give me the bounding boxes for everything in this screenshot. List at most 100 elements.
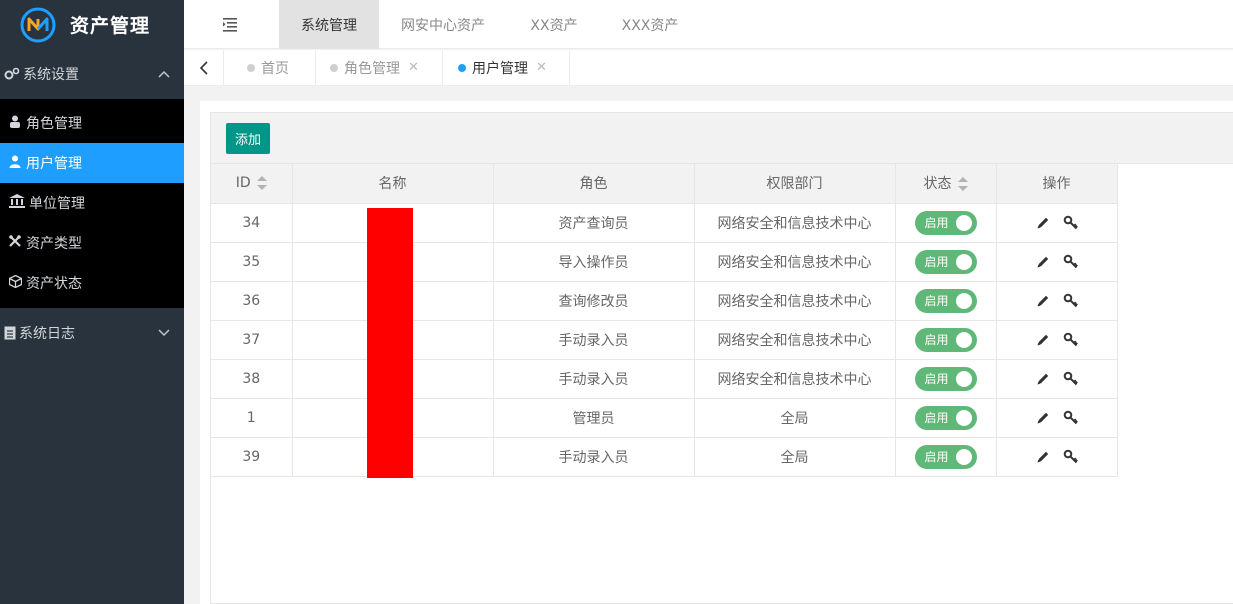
table-toolbar: 添加 bbox=[211, 113, 1233, 164]
cell-actions bbox=[995, 241, 1118, 282]
edit-pencil-icon[interactable] bbox=[1035, 410, 1051, 426]
sidebar-item-label: 资产类型 bbox=[26, 236, 82, 252]
user-table: ID 名称 角色 权限部门 状态 操作 34 资产查询员 网络安全和信息技术中心 启用… bbox=[211, 164, 1118, 477]
cell-actions bbox=[995, 202, 1118, 243]
chevron-down-icon bbox=[158, 325, 170, 341]
column-header-label: 权限部门 bbox=[766, 176, 823, 193]
page-tab-user-management[interactable]: 用户管理 ✕ bbox=[443, 50, 570, 85]
edit-pencil-icon[interactable] bbox=[1035, 449, 1051, 465]
menu-group-system-log[interactable]: 系统日志 bbox=[0, 308, 184, 358]
toggle-knob bbox=[955, 370, 972, 387]
cell-role: 管理员 bbox=[492, 397, 695, 438]
sort-icon[interactable] bbox=[957, 177, 968, 192]
sidebar-item-user-management[interactable]: 用户管理 bbox=[0, 143, 184, 183]
table-header-row: ID 名称 角色 权限部门 状态 操作 bbox=[211, 164, 1118, 204]
edit-pencil-icon[interactable] bbox=[1035, 371, 1051, 387]
cell-id: 39 bbox=[211, 436, 293, 477]
sort-icon[interactable] bbox=[256, 176, 267, 191]
cell-dept: 网络安全和信息技术中心 bbox=[693, 319, 896, 360]
edit-pencil-icon[interactable] bbox=[1035, 332, 1051, 348]
close-icon[interactable]: ✕ bbox=[408, 60, 419, 75]
status-toggle[interactable]: 启用 bbox=[914, 405, 977, 430]
cell-id: 35 bbox=[211, 241, 293, 282]
cell-status: 启用 bbox=[894, 436, 997, 477]
cell-actions bbox=[995, 280, 1118, 321]
column-header-id[interactable]: ID bbox=[211, 164, 293, 204]
toggle-knob bbox=[955, 214, 972, 231]
sidebar-item-label: 角色管理 bbox=[26, 116, 82, 132]
status-toggle-label: 启用 bbox=[924, 333, 949, 347]
cell-status: 启用 bbox=[894, 397, 997, 438]
key-icon[interactable] bbox=[1063, 215, 1079, 231]
page-tab-role-management[interactable]: 角色管理 ✕ bbox=[316, 50, 443, 85]
top-tab-system-management[interactable]: 系统管理 bbox=[279, 0, 379, 49]
menu-toggle-icon[interactable] bbox=[220, 13, 242, 35]
status-toggle[interactable]: 启用 bbox=[914, 210, 977, 235]
column-header-label: 状态 bbox=[923, 176, 952, 193]
cell-id: 37 bbox=[211, 319, 293, 360]
top-tab-xx-assets[interactable]: XX资产 bbox=[514, 0, 594, 49]
table-row: 34 资产查询员 网络安全和信息技术中心 启用 bbox=[211, 202, 1118, 243]
cube-icon bbox=[8, 274, 23, 292]
cell-id: 34 bbox=[211, 202, 293, 243]
key-icon[interactable] bbox=[1063, 449, 1079, 465]
page-tab-home[interactable]: 首页 bbox=[224, 50, 316, 85]
top-tab-xxx-assets[interactable]: XXX资产 bbox=[609, 0, 691, 49]
brand: 资产管理 bbox=[0, 0, 184, 49]
key-icon[interactable] bbox=[1063, 254, 1079, 270]
edit-pencil-icon[interactable] bbox=[1035, 254, 1051, 270]
close-icon[interactable]: ✕ bbox=[536, 60, 547, 75]
column-header-label: ID bbox=[235, 175, 251, 192]
table-row: 1 管理员 全局 启用 bbox=[211, 397, 1118, 438]
status-toggle-label: 启用 bbox=[924, 255, 949, 269]
add-button[interactable]: 添加 bbox=[226, 123, 270, 154]
key-icon[interactable] bbox=[1063, 410, 1079, 426]
top-tab-label: XXX资产 bbox=[621, 17, 679, 34]
cell-dept: 网络安全和信息技术中心 bbox=[693, 202, 896, 243]
table-row: 35 导入操作员 网络安全和信息技术中心 启用 bbox=[211, 241, 1118, 282]
cell-actions bbox=[995, 436, 1118, 477]
cell-status: 启用 bbox=[894, 241, 997, 282]
sidebar-item-asset-type[interactable]: 资产类型 bbox=[0, 223, 184, 263]
status-toggle-label: 启用 bbox=[924, 294, 949, 308]
key-icon[interactable] bbox=[1063, 371, 1079, 387]
cell-dept: 网络安全和信息技术中心 bbox=[693, 241, 896, 282]
users-icon bbox=[9, 115, 23, 132]
column-header-label: 角色 bbox=[579, 176, 608, 193]
cell-role: 导入操作员 bbox=[492, 241, 695, 282]
edit-pencil-icon[interactable] bbox=[1035, 293, 1051, 309]
cell-id: 36 bbox=[211, 280, 293, 321]
toggle-knob bbox=[955, 292, 972, 309]
key-icon[interactable] bbox=[1063, 332, 1079, 348]
key-icon[interactable] bbox=[1063, 293, 1079, 309]
app-title: 资产管理 bbox=[70, 15, 151, 37]
sidebar-item-asset-status[interactable]: 资产状态 bbox=[0, 263, 184, 303]
edit-pencil-icon[interactable] bbox=[1035, 215, 1051, 231]
sidebar-item-label: 用户管理 bbox=[26, 156, 82, 172]
tab-dot-icon bbox=[330, 63, 338, 72]
page-tab-label: 角色管理 bbox=[344, 60, 400, 77]
cell-role: 手动录入员 bbox=[492, 319, 695, 360]
top-tab-label: 网安中心资产 bbox=[401, 17, 485, 34]
wrench-icon bbox=[9, 235, 23, 251]
status-toggle[interactable]: 启用 bbox=[914, 444, 977, 469]
top-nav: 系统管理 网安中心资产 XX资产 XXX资产 bbox=[184, 0, 1233, 49]
status-toggle[interactable]: 启用 bbox=[914, 249, 977, 274]
status-toggle[interactable]: 启用 bbox=[914, 366, 977, 391]
cell-status: 启用 bbox=[894, 202, 997, 243]
tabs-scroll-left-icon[interactable] bbox=[184, 50, 224, 85]
redaction-mark bbox=[367, 208, 413, 478]
sidebar-item-role-management[interactable]: 角色管理 bbox=[0, 103, 184, 143]
column-header-status[interactable]: 状态 bbox=[894, 164, 997, 204]
sidebar-item-unit-management[interactable]: 单位管理 bbox=[0, 183, 184, 223]
status-toggle-label: 启用 bbox=[924, 372, 949, 386]
cell-actions bbox=[995, 319, 1118, 360]
column-header-label: 名称 bbox=[378, 176, 407, 193]
menu-group-system-settings[interactable]: 系统设置 bbox=[0, 49, 184, 99]
page-tab-label: 首页 bbox=[261, 60, 289, 77]
toggle-knob bbox=[955, 331, 972, 348]
cell-status: 启用 bbox=[894, 319, 997, 360]
top-tab-network-security-assets[interactable]: 网安中心资产 bbox=[387, 0, 499, 49]
status-toggle[interactable]: 启用 bbox=[914, 327, 977, 352]
status-toggle[interactable]: 启用 bbox=[914, 288, 977, 313]
